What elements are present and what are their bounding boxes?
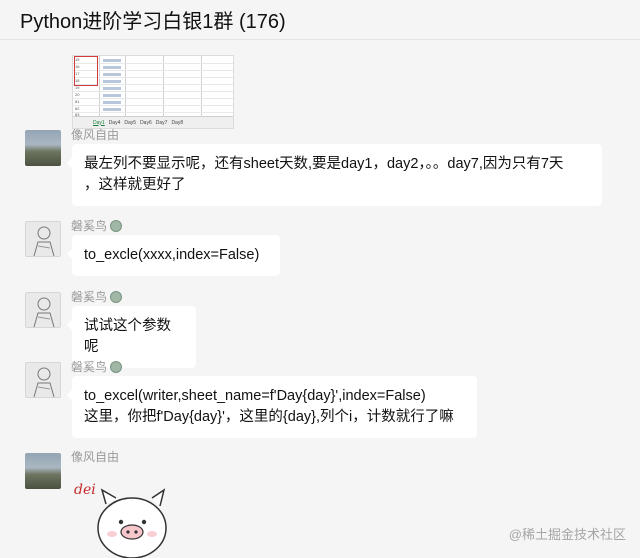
avatar[interactable] — [25, 221, 61, 257]
turtle-emoji-icon — [110, 219, 123, 232]
turtle-emoji-icon — [110, 360, 123, 373]
highlight-box — [74, 56, 98, 86]
avatar[interactable] — [25, 292, 61, 328]
sketch-avatar-icon — [33, 297, 55, 327]
sheet-tab: Day6 — [140, 119, 152, 126]
turtle-emoji-icon — [110, 290, 123, 303]
sticker-text: dei — [74, 482, 96, 498]
sheet-tab: Day1 — [93, 119, 105, 126]
sender-name: 像风自由 — [71, 450, 120, 464]
message-line: 试试这个参数呢 — [84, 318, 171, 355]
chat-title[interactable]: Python进阶学习白银1群 (176) — [20, 5, 286, 34]
sender-name: 磐奚鸟 — [71, 288, 123, 305]
sketch-avatar-icon — [33, 367, 55, 397]
message-line: to_excel(writer,sheet_name=f'Day{day}',i… — [84, 388, 426, 404]
message-bubble[interactable]: 最左列不要显示呢，还有sheet天数,要是day1，day2，。。day7,因为… — [67, 144, 602, 206]
avatar[interactable] — [25, 130, 61, 166]
message-bubble[interactable]: to_excle(xxxx,index=False) — [67, 235, 280, 276]
sheet-row-label: 81 — [75, 99, 80, 104]
sheet-tab: Day5 — [124, 119, 137, 126]
message-bubble[interactable]: to_excel(writer,sheet_name=f'Day{day}',i… — [67, 376, 477, 438]
sheet-tab: Day4 — [108, 119, 121, 126]
pig-sticker[interactable]: dei — [72, 478, 182, 558]
sender-name: 像风自由 — [71, 128, 120, 142]
avatar[interactable] — [25, 362, 61, 398]
sender-name: 磐奚鸟 — [71, 358, 123, 375]
avatar[interactable] — [25, 453, 61, 489]
sketch-avatar-icon — [33, 226, 55, 256]
message-line: 最左列不要显示呢，还有sheet天数,要是day1，day2，。。day7,因为… — [84, 156, 564, 172]
sheet-tab: Day7 — [155, 119, 168, 126]
chat-header: Python进阶学习白银1群 (176) — [0, 0, 640, 40]
chat-history[interactable]: 15 16 17 18 19 20 81 82 83 Day1 Day4 Day… — [0, 41, 640, 558]
watermark: @稀土掘金技术社区 — [508, 527, 626, 542]
spreadsheet-image[interactable]: 15 16 17 18 19 20 81 82 83 Day1 Day4 Day… — [72, 55, 234, 129]
sheet-row-label: 20 — [75, 92, 80, 97]
message-line: ，这样就更好了 — [84, 177, 186, 193]
sender-name: 磐奚鸟 — [71, 217, 123, 234]
sheet-tab: Day8 — [171, 119, 184, 126]
message-line: to_excle(xxxx,index=False) — [84, 247, 260, 263]
message-line: 这里，你把f'Day{day}'，这里的{day},列个i，计数就行了嘛 — [84, 409, 454, 425]
